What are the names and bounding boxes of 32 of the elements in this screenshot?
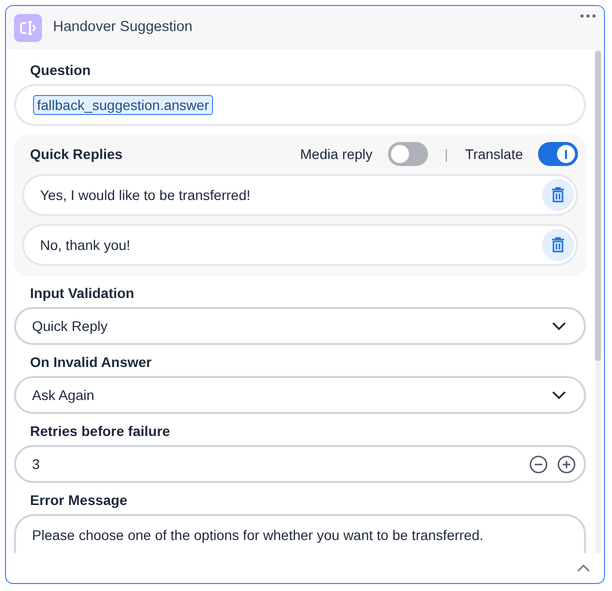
number-field[interactable]: 3 bbox=[14, 445, 586, 483]
dropdown[interactable]: Quick Reply bbox=[14, 307, 586, 345]
field-label: Question bbox=[30, 61, 92, 79]
toggle-switch[interactable] bbox=[388, 142, 428, 166]
trash-icon bbox=[551, 187, 565, 203]
toggle-switch[interactable] bbox=[538, 142, 578, 166]
chevron-up-icon[interactable] bbox=[577, 564, 590, 572]
delete-button[interactable] bbox=[542, 229, 574, 261]
separator: | bbox=[444, 144, 450, 164]
field-label: Input Validation bbox=[30, 284, 136, 302]
toggle-label: Translate bbox=[465, 144, 523, 164]
toggle-label: Media reply bbox=[300, 144, 373, 164]
field-label: Retries before failure bbox=[30, 422, 172, 440]
delete-button[interactable] bbox=[542, 179, 574, 211]
chevron-down-icon bbox=[552, 322, 566, 330]
variable-token: fallback_suggestion.answer bbox=[33, 95, 213, 115]
node-icon bbox=[14, 14, 42, 42]
minus-circle-icon[interactable] bbox=[529, 454, 548, 474]
field-label: On Invalid Answer bbox=[30, 353, 153, 371]
scrollbar[interactable] bbox=[595, 49, 601, 553]
reply-field[interactable]: Yes, I would like to be transferred! bbox=[22, 174, 578, 216]
field-label: Error Message bbox=[30, 491, 128, 509]
question-field[interactable]: fallback_suggestion.answer bbox=[14, 84, 586, 126]
more-icon[interactable] bbox=[580, 14, 596, 18]
plus-circle-icon[interactable] bbox=[557, 454, 576, 474]
section-title: Quick Replies bbox=[30, 144, 123, 164]
trash-icon bbox=[551, 237, 565, 253]
dropdown[interactable]: Ask Again bbox=[14, 376, 586, 414]
reply-field[interactable]: No, thank you! bbox=[22, 224, 578, 266]
panel-title: Handover Suggestion bbox=[53, 18, 192, 37]
error-message-field[interactable]: Please choose one of the options for whether you want to be transferred. bbox=[14, 514, 586, 553]
chevron-down-icon bbox=[552, 390, 566, 400]
